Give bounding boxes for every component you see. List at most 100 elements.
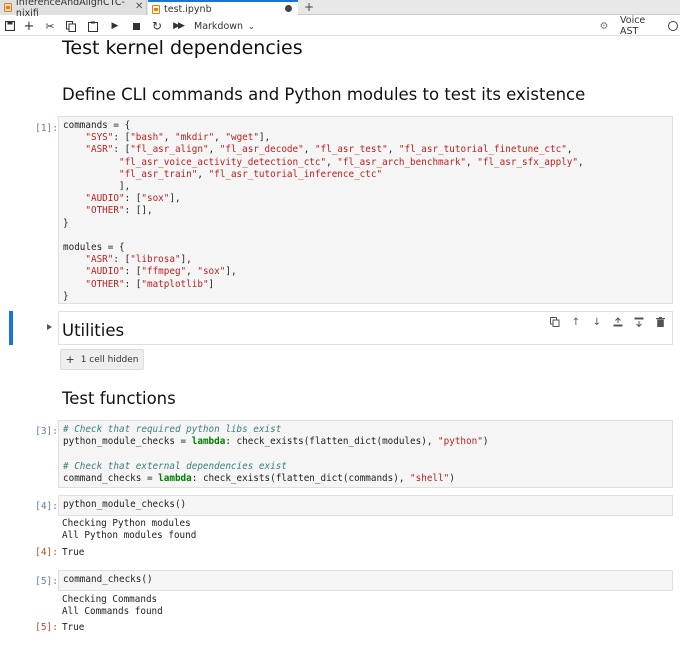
paste-button[interactable]: [86, 18, 100, 34]
restart-button[interactable]: ↻: [150, 18, 164, 34]
notebook-icon: [4, 3, 12, 12]
cell5-stdout: Checking Commands All Commands found: [62, 594, 163, 618]
insert-above-button[interactable]: [612, 316, 624, 328]
code-line: }: [63, 217, 69, 229]
tab-label: test.ipynb: [164, 3, 212, 15]
kernel-name-label: Voice AST: [620, 15, 646, 37]
code-keyword: lambda: [158, 472, 192, 484]
section-heading-define: Define CLI commands and Python modules t…: [62, 85, 586, 104]
unsaved-dot-icon[interactable]: [285, 5, 292, 12]
stdout-line: Checking Python modules: [62, 518, 191, 529]
move-up-button[interactable]: ↑: [570, 316, 582, 328]
gear-icon: ⚙: [599, 20, 609, 32]
code-line: commands = {: [63, 120, 131, 131]
delete-cell-button[interactable]: [654, 316, 666, 328]
cut-button[interactable]: ✂: [43, 18, 57, 34]
kernel-name[interactable]: Voice AST: [620, 15, 664, 37]
code-text: : check_exists(flatten_dict(modules),: [225, 436, 439, 448]
add-cell-icon: +: [23, 18, 35, 34]
insert-below-icon: [634, 317, 644, 327]
stdout-line: All Python modules found: [62, 530, 197, 542]
copy-button[interactable]: [64, 18, 78, 34]
code-text: python_module_checks(): [63, 499, 187, 510]
notebook-title: Test kernel dependencies: [62, 37, 303, 59]
tab-test-notebook[interactable]: test.ipynb: [148, 0, 298, 16]
paste-icon: [88, 21, 98, 32]
code-text: ): [449, 472, 455, 484]
close-icon[interactable]: ✕: [135, 1, 143, 12]
cell4-out-prompt: [4]:: [35, 547, 58, 558]
move-down-button[interactable]: ↓: [591, 316, 603, 328]
code-cell-command-check[interactable]: command_checks(): [58, 570, 673, 591]
cell5-prompt: [5]:: [35, 576, 58, 587]
code-text: command_checks =: [63, 472, 159, 484]
code-line: "AUDIO": ["sox"],: [85, 193, 181, 205]
stdout-line: Checking Commands: [62, 594, 158, 605]
stdout-line: All Commands found: [62, 606, 163, 618]
save-icon: [5, 21, 15, 31]
stop-button[interactable]: [129, 18, 143, 34]
save-button[interactable]: [3, 18, 17, 34]
code-cell-checks[interactable]: # Check that required python libs exist …: [58, 420, 673, 488]
show-hidden-cells-button[interactable]: + 1 cell hidden: [60, 349, 144, 370]
code-cell-python-check[interactable]: python_module_checks(): [58, 495, 673, 516]
cut-icon: ✂: [45, 19, 55, 33]
code-comment: # Check that required python libs exist: [63, 424, 282, 435]
cell5-result: True: [62, 622, 85, 633]
code-cell-commands[interactable]: commands = { "SYS": ["bash", "mkdir", "w…: [58, 116, 673, 304]
add-cell-button[interactable]: +: [22, 18, 36, 34]
code-text: python_module_checks =: [63, 436, 192, 448]
restart-run-all-icon: ▶▶: [173, 21, 185, 31]
cell3-prompt: [3]:: [35, 426, 58, 437]
active-cell-indicator: [9, 311, 13, 345]
code-text: ): [482, 436, 489, 448]
code-line: "AUDIO": ["ffmpeg", "sox"],: [85, 266, 237, 278]
insert-below-button[interactable]: [633, 316, 645, 328]
code-line: "OTHER": ["matplotlib"]: [85, 278, 215, 290]
code-text: command_checks(): [63, 574, 153, 585]
code-keyword: lambda: [191, 436, 226, 448]
cell4-prompt: [4]:: [35, 501, 58, 512]
restart-run-all-button[interactable]: ▶▶: [170, 18, 186, 34]
trash-icon: [655, 317, 665, 327]
run-icon: ▶: [111, 21, 119, 31]
utilities-heading: Utilities: [62, 321, 125, 340]
cell1-prompt: [1]:: [35, 123, 58, 134]
code-line: "fl_asr_voice_activity_detection_ctc", "…: [118, 156, 584, 168]
arrow-up-icon: ↑: [571, 316, 581, 328]
duplicate-cell-button[interactable]: [549, 316, 561, 328]
notebook-icon: [152, 4, 160, 14]
code-line: "OTHER": [],: [85, 205, 153, 217]
code-string: "shell": [410, 472, 450, 484]
cell5-out-prompt: [5]:: [35, 622, 58, 633]
code-line: modules = {: [63, 242, 125, 254]
code-line: "SYS": ["bash", "mkdir", "wget"],: [85, 132, 271, 144]
code-line: }: [63, 290, 69, 302]
kernel-status: [667, 18, 679, 34]
code-line: "fl_asr_train", "fl_asr_tutorial_inferen…: [118, 168, 383, 180]
tab-inference-notebook[interactable]: InferenceAndAlignCTC-nixifi ✕: [0, 0, 147, 19]
code-line: "ASR": ["librosa"],: [85, 254, 192, 266]
code-line: ],: [63, 181, 131, 193]
run-button[interactable]: ▶: [108, 18, 122, 34]
stop-icon: [132, 22, 140, 30]
cell4-stdout: Checking Python modules All Python modul…: [62, 518, 196, 542]
new-tab-button[interactable]: +: [304, 0, 314, 14]
cell4-result: True: [62, 547, 85, 558]
copy-icon: [66, 20, 76, 32]
arrow-down-icon: ↓: [592, 316, 602, 328]
code-text: : check_exists(flatten_dict(commands),: [191, 472, 411, 484]
code-line: "ASR": ["fl_asr_align", "fl_asr_decode",…: [85, 144, 573, 156]
chevron-down-icon: ⌄: [248, 21, 255, 31]
duplicate-icon: [550, 317, 560, 327]
cell-type-dropdown[interactable]: Markdown ⌄: [194, 18, 256, 34]
notebook-toolbar: + ✂ ▶ ↻ ▶▶ Markdown ⌄ ⚙ Voice AST: [0, 15, 680, 37]
kernel-settings-button[interactable]: ⚙: [598, 18, 610, 34]
section-heading-test-functions: Test functions: [62, 389, 176, 408]
plus-icon: +: [65, 353, 75, 366]
collapse-caret-icon[interactable]: [47, 324, 52, 330]
code-comment: # Check that external dependencies exist: [63, 460, 287, 472]
code-string: "python": [438, 436, 483, 448]
kernel-idle-icon: [668, 21, 678, 31]
